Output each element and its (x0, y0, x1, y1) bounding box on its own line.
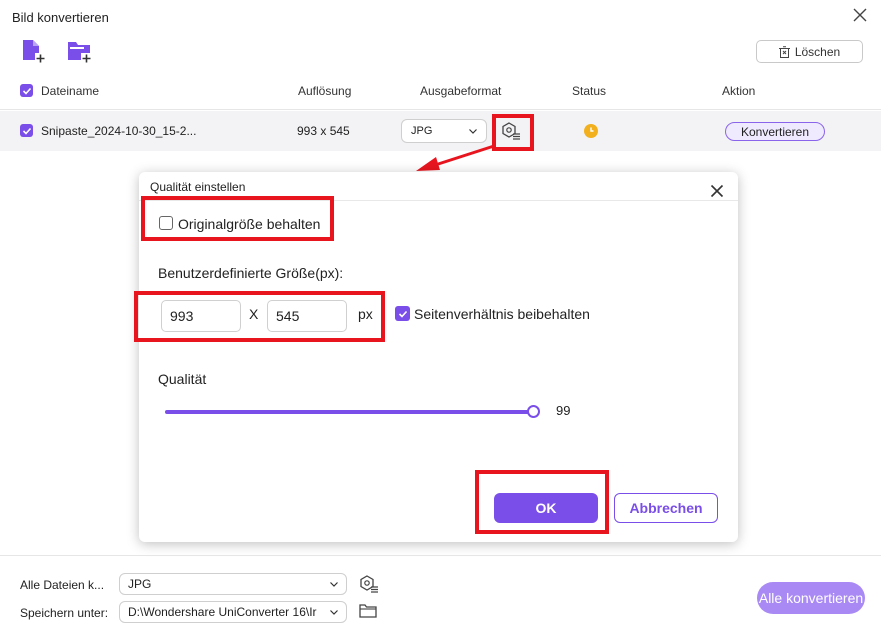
add-folder-icon[interactable] (66, 38, 94, 66)
cancel-button[interactable]: Abbrechen (614, 493, 718, 523)
all-files-format-select[interactable]: JPG (119, 573, 347, 595)
header-status: Status (572, 84, 607, 98)
clear-button[interactable]: Löschen (756, 40, 863, 63)
status-pending-icon (584, 124, 598, 138)
custom-size-label: Benutzerdefinierte Größe(px): (158, 265, 344, 281)
chevron-down-icon (330, 581, 338, 587)
all-files-format-value: JPG (128, 577, 152, 591)
convert-button[interactable]: Konvertieren (725, 122, 825, 141)
row-resolution: 993 x 545 (297, 124, 350, 138)
highlight-keep-original (141, 196, 334, 241)
header-format: Ausgabeformat (420, 84, 502, 98)
trash-icon (778, 45, 790, 58)
footer-divider (0, 555, 881, 556)
annotation-arrow (416, 144, 495, 171)
chevron-down-icon (330, 609, 338, 615)
add-file-icon[interactable] (20, 38, 48, 66)
quality-value: 99 (556, 403, 571, 418)
footer-settings-icon[interactable] (358, 574, 380, 594)
keep-ratio-checkbox[interactable] (395, 306, 410, 321)
all-files-label: Alle Dateien k... (20, 578, 105, 592)
keep-ratio-label: Seitenverhältnis beibehalten (414, 306, 590, 322)
row-filename: Snipaste_2024-10-30_15-2... (41, 124, 197, 138)
dialog-close-icon[interactable] (706, 180, 728, 202)
header-action: Aktion (722, 84, 756, 98)
save-label: Speichern unter: (20, 606, 109, 620)
row-format-value: JPG (411, 125, 433, 137)
convert-all-button[interactable]: Alle konvertieren (757, 582, 865, 614)
header-resolution: Auflösung (298, 84, 352, 98)
header-filename: Dateiname (41, 84, 100, 98)
highlight-size-inputs (134, 291, 385, 342)
select-all-checkbox[interactable] (20, 84, 33, 97)
folder-icon[interactable] (359, 603, 377, 619)
save-path-value: D:\Wondershare UniConverter 16\Ir (128, 605, 317, 619)
quality-label: Qualität (158, 371, 207, 387)
clear-label: Löschen (794, 44, 841, 59)
dialog-title: Qualität einstellen (150, 180, 246, 194)
table-header: Dateiname Auflösung Ausgabeformat Status… (0, 72, 881, 110)
chevron-down-icon (469, 128, 477, 134)
save-path-select[interactable]: D:\Wondershare UniConverter 16\Ir (119, 601, 347, 623)
window-title: Bild konvertieren (12, 10, 109, 25)
row-checkbox[interactable] (20, 124, 33, 137)
close-icon[interactable] (850, 5, 870, 25)
quality-slider-handle[interactable] (527, 405, 540, 418)
quality-slider-track[interactable] (165, 410, 534, 414)
highlight-ok-button (475, 470, 609, 534)
